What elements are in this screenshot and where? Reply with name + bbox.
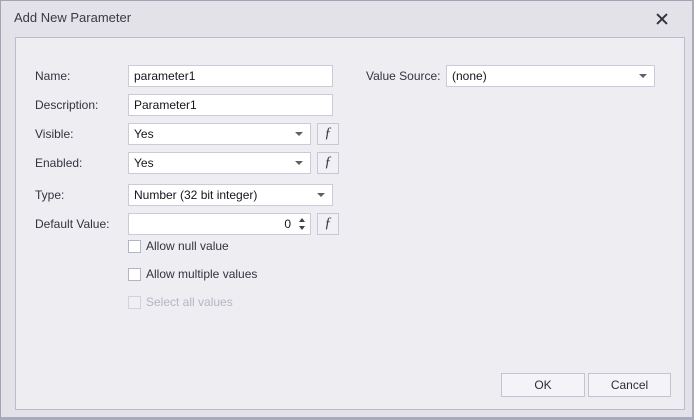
allow-multiple-values-checkbox[interactable] [128,268,141,281]
function-icon: ƒ [324,155,332,170]
visible-expression-button[interactable]: ƒ [317,123,339,145]
spin-down-icon[interactable] [299,226,305,230]
allow-null-value-checkbox[interactable] [128,240,141,253]
type-value: Number (32 bit integer) [134,188,257,202]
type-label: Type: [35,184,64,206]
visible-label: Visible: [35,123,73,145]
select-all-values-label: Select all values [146,296,233,309]
visible-combobox[interactable]: Yes [128,123,311,145]
select-all-values-checkbox [128,296,141,309]
allow-multiple-values-label: Allow multiple values [146,268,257,281]
dialog-content-panel [15,37,685,410]
enabled-value: Yes [134,156,154,170]
value-source-value: (none) [452,69,487,83]
value-source-label: Value Source: [366,65,441,87]
chevron-down-icon [639,74,647,78]
type-combobox[interactable]: Number (32 bit integer) [128,184,333,206]
allow-null-value-label: Allow null value [146,240,229,253]
description-label: Description: [35,94,98,116]
description-input[interactable] [128,94,333,116]
ok-button[interactable]: OK [501,373,585,397]
enabled-expression-button[interactable]: ƒ [317,152,339,174]
function-icon: ƒ [324,216,332,231]
chevron-down-icon [317,193,325,197]
spin-up-icon[interactable] [299,218,305,222]
default-value-expression-button[interactable]: ƒ [317,213,339,235]
name-input[interactable] [128,65,333,87]
enabled-combobox[interactable]: Yes [128,152,311,174]
add-new-parameter-dialog: Add New Parameter Name: Value Source: (n… [0,0,694,420]
enabled-label: Enabled: [35,152,82,174]
chevron-down-icon [295,132,303,136]
visible-value: Yes [134,127,154,141]
chevron-down-icon [295,161,303,165]
function-icon: ƒ [324,126,332,141]
default-value-text: 0 [284,214,291,234]
close-icon[interactable] [654,11,670,27]
default-value-label: Default Value: [35,213,110,235]
default-value-spin-editor[interactable]: 0 [128,213,311,235]
cancel-button[interactable]: Cancel [588,373,671,397]
value-source-combobox[interactable]: (none) [446,65,655,87]
dialog-title: Add New Parameter [14,10,131,25]
name-label: Name: [35,65,70,87]
